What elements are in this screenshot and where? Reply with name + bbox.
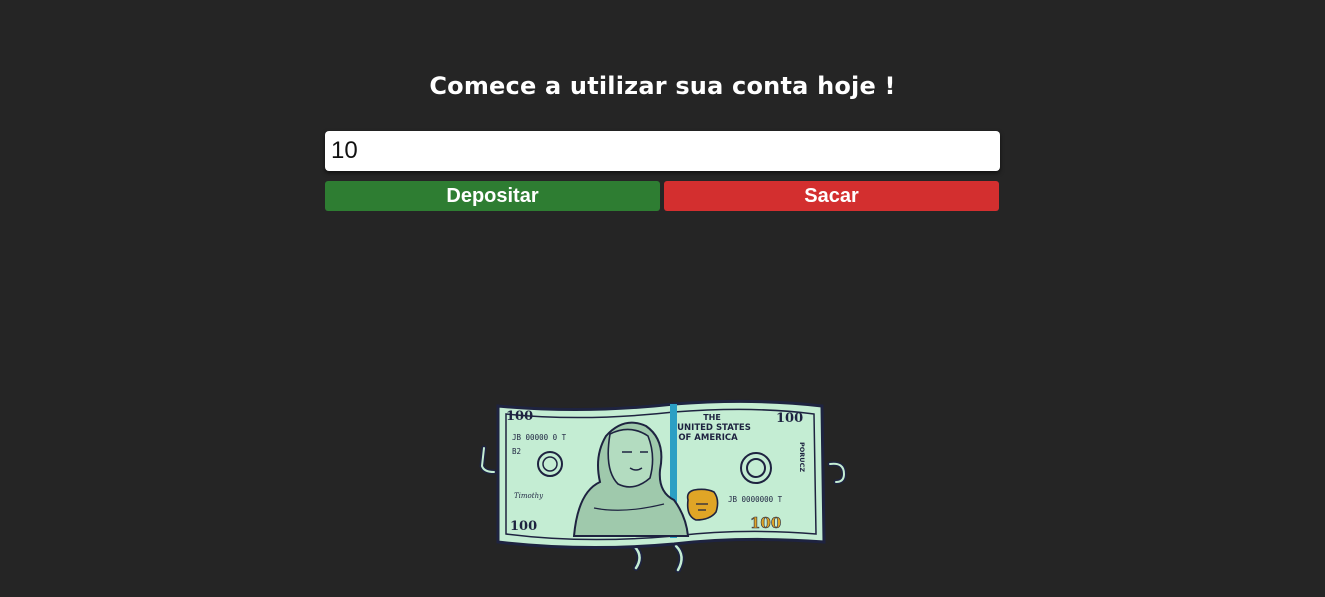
svg-text:100: 100: [510, 519, 537, 534]
withdraw-button[interactable]: Sacar: [664, 181, 999, 211]
svg-text:PORUCZ: PORUCZ: [798, 442, 806, 472]
serial-number-top: JB 00000 0 T: [512, 433, 567, 442]
deposit-button[interactable]: Depositar: [325, 181, 660, 211]
serial-number-bottom: JB 0000000 T: [728, 495, 783, 504]
svg-text:OF AMERICA: OF AMERICA: [678, 433, 738, 443]
treasury-emblem: [686, 488, 719, 521]
corner-denomination: 100: [506, 409, 533, 424]
svg-text:100: 100: [750, 514, 781, 532]
left-seal: [537, 451, 563, 477]
svg-text:THE: THE: [703, 413, 721, 422]
plate-number: B2: [512, 447, 521, 456]
page: Comece a utilizar sua conta hoje ! Depos…: [0, 0, 1325, 597]
svg-text:100: 100: [776, 411, 803, 426]
page-title: Comece a utilizar sua conta hoje !: [429, 72, 896, 100]
signature: Timothy: [514, 492, 544, 500]
right-seal: [740, 452, 772, 484]
amount-input[interactable]: [325, 131, 1000, 171]
country-text: UNITED STATES: [677, 423, 751, 433]
dollar-bill-illustration: 100 100 100 100 JB 00000 0 T B2 JB 00000…: [479, 399, 847, 573]
